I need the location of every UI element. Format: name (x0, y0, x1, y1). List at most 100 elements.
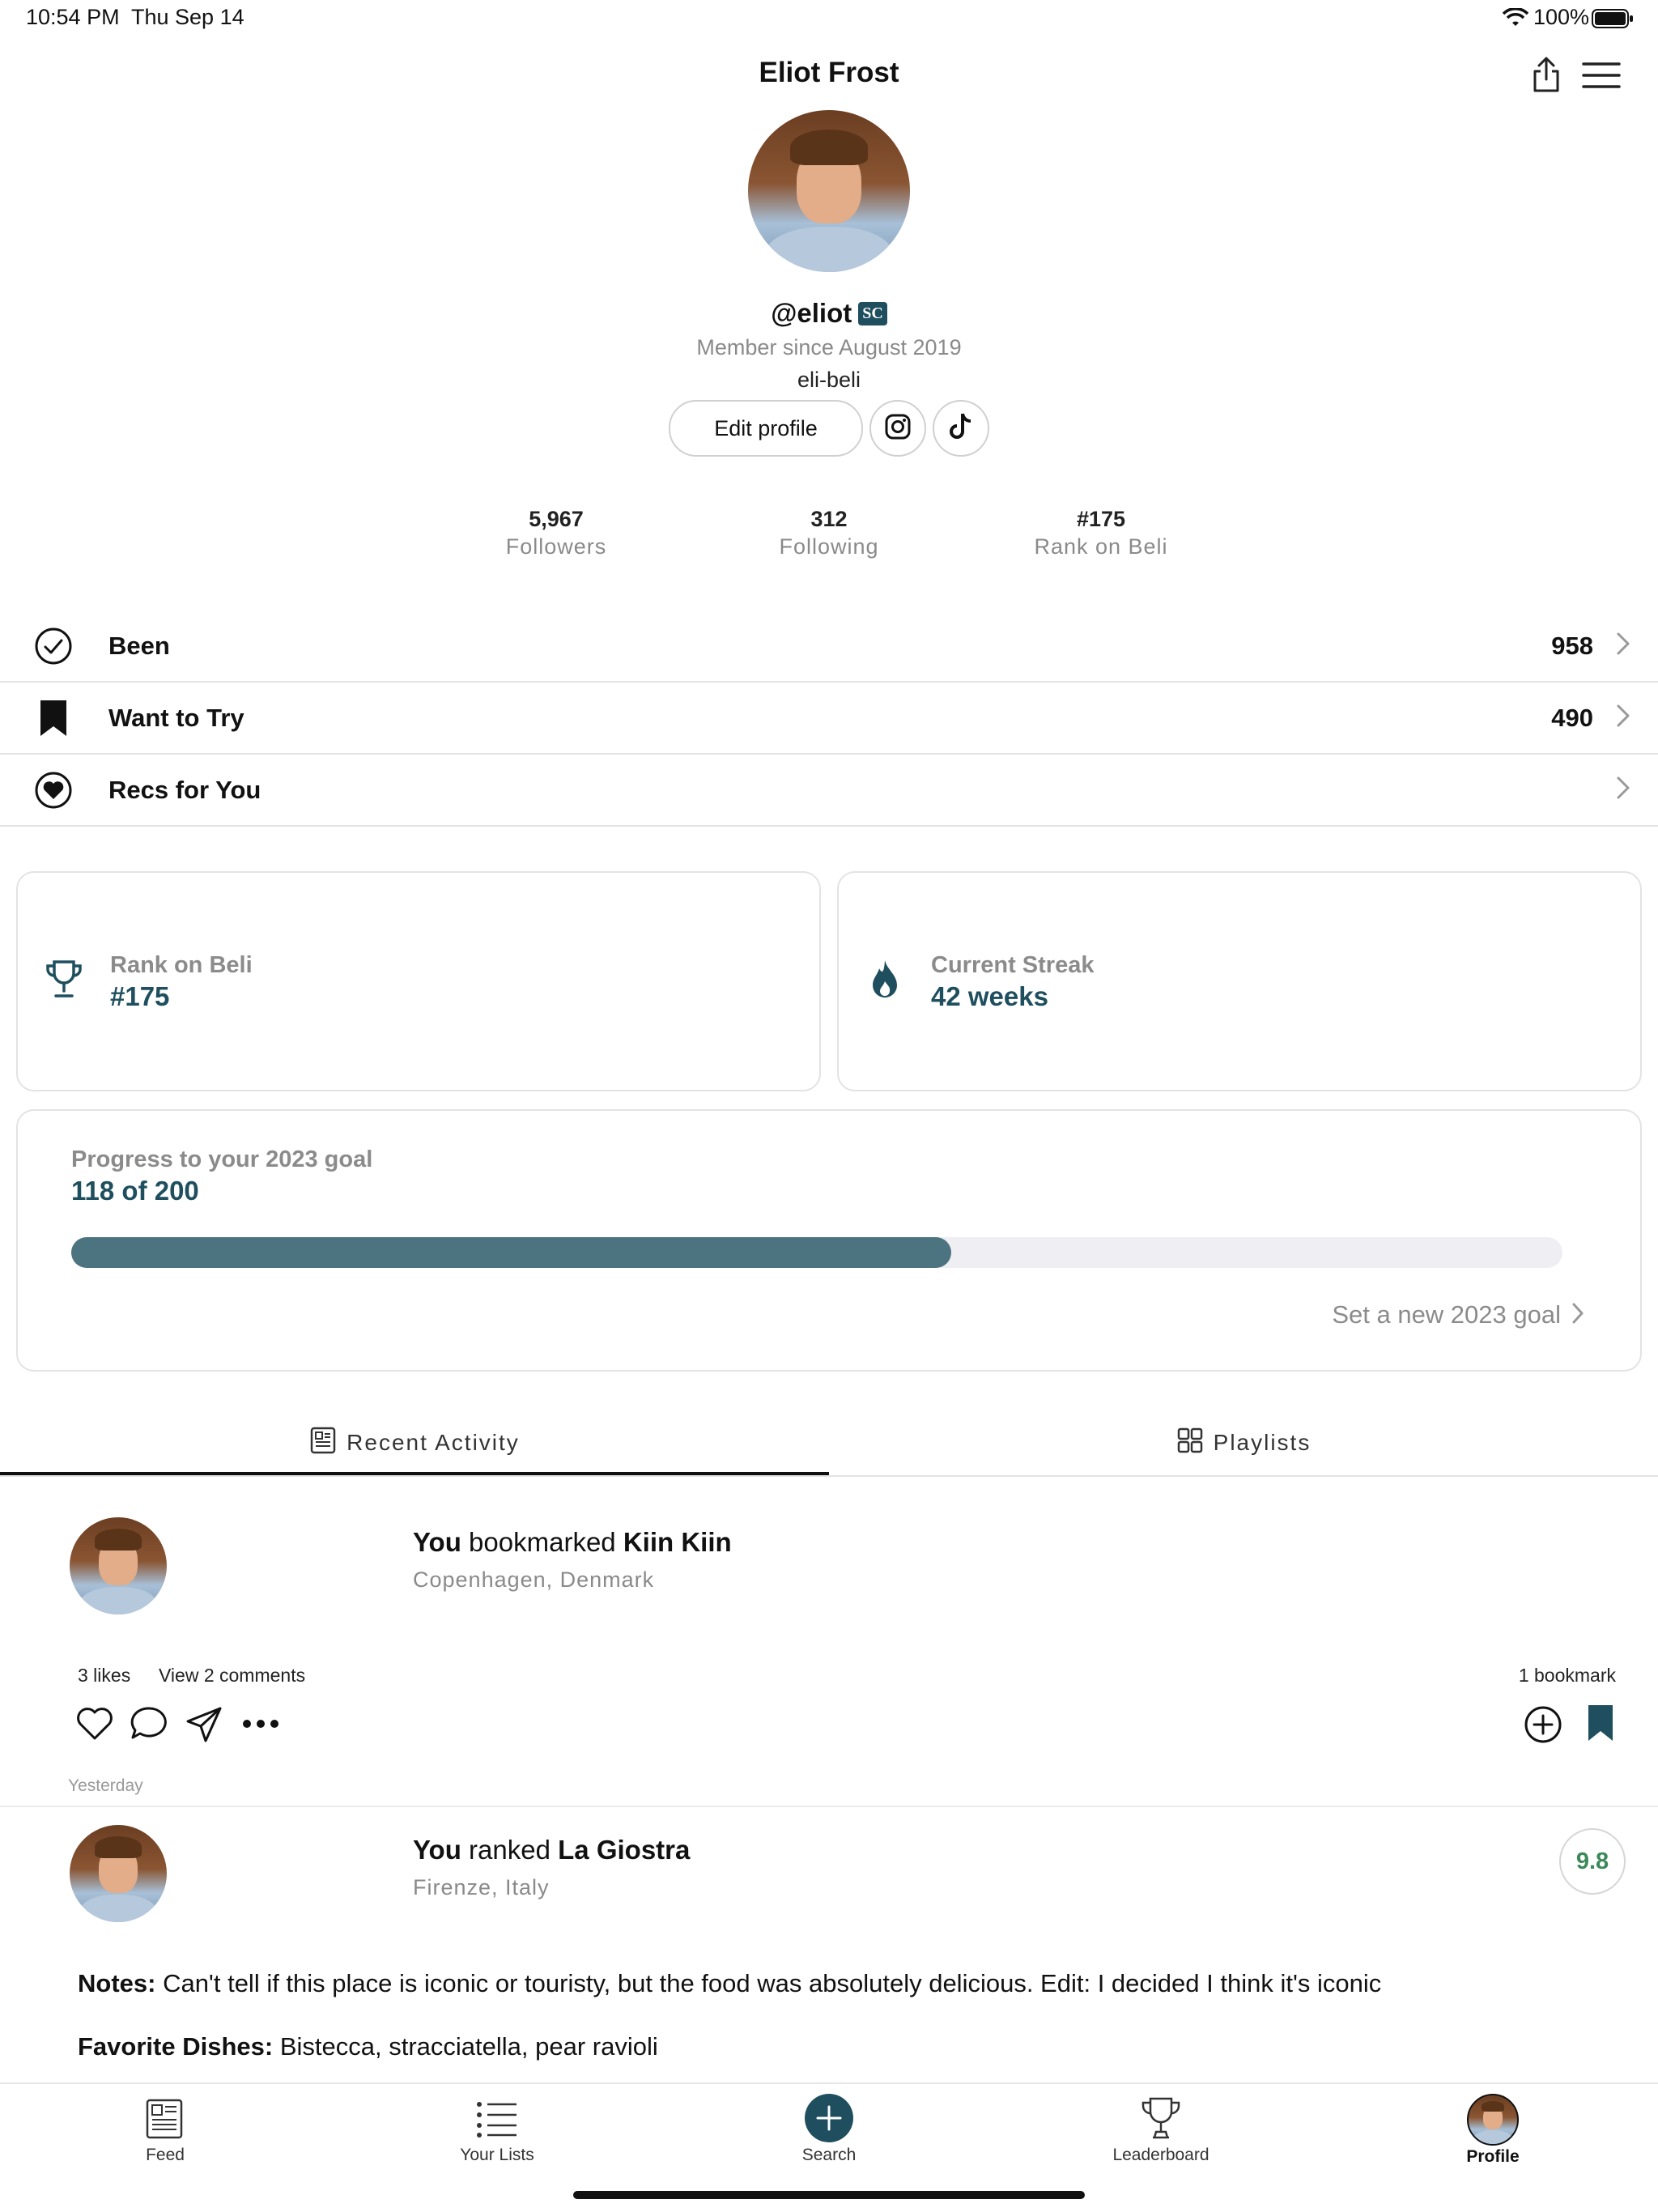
feed-notes: Notes: Can't tell if this place is iconi… (78, 1969, 1616, 1998)
instagram-button[interactable] (869, 400, 926, 457)
battery-icon (1592, 8, 1634, 33)
profile-avatar[interactable] (748, 110, 910, 272)
tiktok-button[interactable] (933, 400, 989, 457)
flame-icon (869, 959, 900, 1003)
comment-icon[interactable] (130, 1705, 168, 1746)
list-row-been[interactable]: Been 958 (0, 610, 1658, 683)
bookmark-filled-icon[interactable] (1587, 1704, 1614, 1746)
nav-profile[interactable]: Profile (1412, 2094, 1574, 2175)
goal-label: Progress to your 2023 goal (71, 1146, 373, 1172)
grid-icon (1176, 1427, 1204, 1460)
nav-leaderboard[interactable]: Leaderboard (1080, 2094, 1242, 2175)
tiktok-icon (948, 412, 974, 445)
chevron-right-icon (1572, 1303, 1584, 1328)
sc-badge: SC (858, 301, 887, 325)
battery-percent: 100% (1533, 5, 1590, 29)
nav-your-lists[interactable]: Your Lists (416, 2094, 578, 2175)
username: @eliot (771, 298, 852, 328)
chevron-right-icon (1616, 704, 1630, 732)
feed-verb: ranked (461, 1835, 559, 1865)
followers-count[interactable]: 5,967 (435, 507, 678, 532)
tab-playlists[interactable]: Playlists (829, 1409, 1658, 1477)
share-icon[interactable] (1530, 55, 1562, 98)
edit-profile-button[interactable]: Edit profile (669, 400, 863, 457)
bookmark-count: 1 bookmark (1518, 1665, 1616, 1686)
row-count: 958 (1551, 631, 1593, 660)
feed-location: Copenhagen, Denmark (413, 1568, 655, 1592)
list-row-recs[interactable]: Recs for You (0, 755, 1658, 827)
dishes-label: Favorite Dishes: (78, 2032, 274, 2061)
list-icon (476, 2100, 518, 2142)
feed-timestamp: Yesterday (68, 1776, 143, 1795)
chevron-right-icon (1616, 632, 1630, 660)
menu-icon[interactable] (1582, 62, 1621, 93)
row-count: 490 (1551, 703, 1593, 732)
goal-progress-track (71, 1237, 1562, 1268)
trophy-icon (1140, 2095, 1182, 2145)
nav-label: Leaderboard (1112, 2146, 1209, 2164)
check-circle-icon (34, 627, 73, 670)
likes-count[interactable]: 3 likes (78, 1665, 130, 1687)
feed-avatar[interactable] (70, 1825, 167, 1922)
plus-icon (805, 2094, 853, 2146)
wifi-icon (1502, 7, 1529, 32)
dishes-text: Bistecca, stracciatella, pear ravioli (273, 2032, 658, 2061)
feed-verb: bookmarked (461, 1527, 623, 1557)
heart-circle-icon (34, 771, 73, 814)
newspaper-icon (309, 1427, 337, 1460)
bookmark-icon (39, 699, 68, 742)
row-label: Been (108, 631, 170, 660)
feed-item-title[interactable]: You ranked La Giostra (413, 1835, 690, 1865)
row-label: Want to Try (108, 703, 244, 732)
status-date: Thu Sep 14 (131, 5, 244, 29)
avatar (1467, 2094, 1519, 2146)
rank-card-value: #175 (110, 981, 170, 1011)
nav-label: Your Lists (460, 2146, 534, 2164)
member-since: Member since August 2019 (696, 335, 962, 359)
streak-card-value: 42 weeks (931, 981, 1048, 1011)
trophy-icon (45, 959, 83, 1003)
streak-card[interactable]: Current Streak 42 weeks (837, 871, 1642, 1091)
feed-place[interactable]: La Giostra (558, 1835, 690, 1865)
tab-label: Recent Activity (346, 1430, 520, 1455)
tab-recent-activity[interactable]: Recent Activity (0, 1409, 829, 1477)
nav-label: Profile (1466, 2147, 1520, 2166)
page-title: Eliot Frost (759, 57, 899, 88)
rank-card[interactable]: Rank on Beli #175 (16, 871, 821, 1091)
set-goal-label: Set a new 2023 goal (1332, 1300, 1561, 1329)
feed-avatar[interactable] (70, 1517, 167, 1614)
goal-card: Progress to your 2023 goal 118 of 200 Se… (16, 1109, 1642, 1372)
add-circle-icon[interactable] (1524, 1705, 1562, 1748)
notes-text: Can't tell if this place is iconic or to… (155, 1969, 1382, 1997)
send-icon[interactable] (185, 1705, 223, 1748)
rank-card-label: Rank on Beli (110, 952, 253, 978)
notes-label: Notes: (78, 1969, 156, 1997)
tabs-divider (0, 1475, 1658, 1477)
following-label: Following (779, 534, 879, 559)
rank-label: Rank on Beli (1034, 534, 1168, 559)
status-time: 10:54 PM (26, 5, 120, 29)
profile-handle: eli-beli (797, 368, 861, 392)
tab-label: Playlists (1213, 1430, 1312, 1455)
chevron-right-icon (1616, 776, 1630, 804)
feed-dishes: Favorite Dishes: Bistecca, stracciatella… (78, 2032, 1616, 2061)
home-indicator (573, 2191, 1085, 2199)
heart-icon[interactable] (76, 1707, 113, 1745)
feed-divider (0, 1806, 1658, 1807)
more-icon[interactable] (241, 1718, 280, 1733)
feed-icon (142, 2097, 186, 2145)
feed-place[interactable]: Kiin Kiin (623, 1527, 732, 1557)
set-goal-link[interactable]: Set a new 2023 goal (1332, 1300, 1584, 1329)
score-badge[interactable]: 9.8 (1559, 1828, 1626, 1895)
view-comments-link[interactable]: View 2 comments (159, 1665, 305, 1687)
nav-label: Feed (146, 2146, 185, 2164)
nav-search[interactable]: Search (748, 2094, 910, 2175)
nav-label: Search (801, 2146, 857, 2164)
following-count[interactable]: 312 (708, 507, 950, 532)
feed-item-title[interactable]: You bookmarked Kiin Kiin (413, 1527, 732, 1558)
list-row-want-to-try[interactable]: Want to Try 490 (0, 683, 1658, 755)
streak-card-label: Current Streak (931, 952, 1095, 978)
rank-count[interactable]: #175 (980, 507, 1222, 532)
nav-feed[interactable]: Feed (84, 2094, 246, 2175)
feed-actor: You (413, 1527, 461, 1557)
